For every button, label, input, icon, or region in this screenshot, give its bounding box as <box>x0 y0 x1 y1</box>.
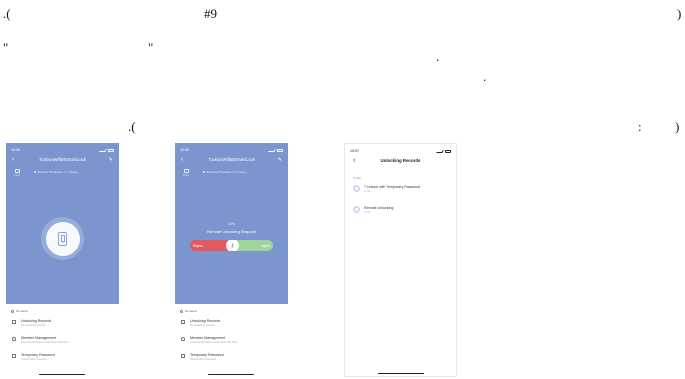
doc-fragment: .( <box>128 119 136 134</box>
lock-icon <box>14 169 20 173</box>
record-time: 10:06 <box>364 190 371 193</box>
sheet-header: No alerts <box>16 309 29 313</box>
menu-item-temporary-password[interactable]: Temporary Password Unlock With Password <box>6 350 119 367</box>
phone-screen-unlocking-records: 10:07 ‹ Unlocking Records Today ? Unlock… <box>344 143 457 377</box>
nav-bar: ‹ TuoboxWifiBtSmartLock ✎ <box>6 155 119 165</box>
menu-item-unlocking-records[interactable]: Unlocking Records No unlocking records <box>6 316 119 333</box>
record-title: ? Unlock with Temporary Password <box>364 185 421 189</box>
alert-icon <box>180 309 183 313</box>
doc-fragment: : <box>638 119 642 134</box>
status-time: 10:06 <box>180 148 189 152</box>
battery-icon <box>108 148 114 152</box>
status-bar: 10:06 <box>11 147 114 153</box>
doc-fragment: " <box>3 40 9 55</box>
user-avatar-icon <box>353 206 360 213</box>
nav-title: TuoboxWifiBtSmartLock <box>39 157 86 162</box>
nav-title: TuoboxWifiBtSmartLock <box>208 157 255 162</box>
lock-icon <box>183 169 189 173</box>
unlock-button[interactable] <box>41 217 84 260</box>
request-countdown: 27s <box>228 221 235 226</box>
records-icon <box>181 320 185 324</box>
record-item[interactable]: ? Unlock with Temporary Password 10:06 <box>353 185 420 193</box>
smart-lock-icon <box>58 231 67 246</box>
section-date: Today <box>353 176 362 180</box>
record-time: 10:06 <box>364 211 371 214</box>
doc-fragment: ) <box>675 119 680 134</box>
menu-item-title: Unlocking Records <box>21 319 52 323</box>
nav-title: Unlocking Records <box>380 158 421 163</box>
status-time: 10:06 <box>11 148 20 152</box>
doc-fragment: " <box>148 40 154 55</box>
menu-item-subtitle: a Family Members & Add Other Members <box>190 341 238 344</box>
doc-fragment: ) <box>677 6 682 21</box>
menu-item-subtitle: Unlock With Password <box>190 358 216 361</box>
doc-fragment: . <box>483 69 487 84</box>
doc-fragment: . <box>436 49 440 64</box>
menu-item-title: Unlocking Records <box>190 319 221 323</box>
reject-agree-slider[interactable]: Reject Agree ⚷ <box>190 240 273 251</box>
menu-item-member-management[interactable]: Member Management a Family Members & Add … <box>175 333 288 350</box>
status-bar: 10:06 <box>180 147 283 153</box>
phone-screen-lock-home: 10:06 ‹ TuoboxWifiBtSmartLock ✎ Lock Sec… <box>6 143 119 377</box>
menu-item-member-management[interactable]: Member Management a Family Members & Add … <box>6 333 119 350</box>
nav-bar: ‹ TuoboxWifiBtSmartLock ✎ <box>175 155 288 165</box>
records-icon <box>12 320 16 324</box>
battery-icon <box>277 148 283 152</box>
bottom-sheet: No alerts Unlocking Records No unlocking … <box>175 304 288 377</box>
slider-key-icon[interactable]: ⚷ <box>226 240 239 251</box>
phone-screen-remote-request: 10:06 ‹ TuoboxWifiBtSmartLock ✎ Lock Sec… <box>175 143 288 377</box>
signal-icon <box>436 149 444 153</box>
menu-item-title: Member Management <box>21 336 57 340</box>
signal-icon <box>268 148 276 152</box>
menu-item-title: Member Management <box>190 336 226 340</box>
menu-item-unlocking-records[interactable]: Unlocking Records No unlocking records <box>175 316 288 333</box>
member-icon <box>12 337 16 341</box>
edit-icon[interactable]: ✎ <box>278 155 282 165</box>
alert-icon <box>11 309 14 313</box>
record-title: Remote Unlocking <box>364 206 394 210</box>
security-status: Security Protection on (7days) <box>34 170 78 174</box>
doc-fragment: .( <box>3 6 11 21</box>
battery-icon <box>445 149 451 153</box>
sheet-header: No alerts <box>185 309 198 313</box>
lock-status: Lock <box>13 169 21 177</box>
user-avatar-icon <box>353 185 360 192</box>
status-bar: 10:07 <box>350 148 451 154</box>
remote-request-label: Remote Unlocking Request <box>207 229 256 234</box>
bottom-sheet: No alerts Unlocking Records No unlocking … <box>6 304 119 377</box>
menu-item-subtitle: No unlocking records <box>190 324 215 327</box>
menu-item-subtitle: No unlocking records <box>21 324 46 327</box>
security-status: Security Protection on (7days) <box>203 170 247 174</box>
doc-fragment: #9 <box>204 6 217 21</box>
menu-item-subtitle: a Family Members & Add Other Members <box>21 341 69 344</box>
home-indicator <box>39 373 85 375</box>
nav-bar: ‹ Unlocking Records <box>345 156 456 166</box>
password-icon <box>12 354 16 358</box>
menu-item-title: Temporary Password <box>190 353 224 357</box>
status-time: 10:07 <box>350 149 359 153</box>
home-indicator <box>208 373 254 375</box>
home-indicator <box>378 372 424 374</box>
menu-item-subtitle: Unlock With Password <box>21 358 47 361</box>
password-icon <box>181 354 185 358</box>
member-icon <box>181 337 185 341</box>
record-item[interactable]: Remote Unlocking 10:06 <box>353 206 393 214</box>
menu-item-temporary-password[interactable]: Temporary Password Unlock With Password <box>175 350 288 367</box>
lock-status: Lock <box>182 169 190 177</box>
menu-item-title: Temporary Password <box>21 353 55 357</box>
signal-icon <box>99 148 107 152</box>
edit-icon[interactable]: ✎ <box>109 155 113 165</box>
